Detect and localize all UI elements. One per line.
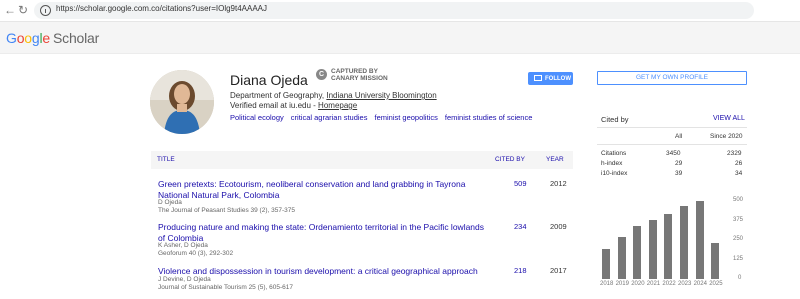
article-venue: Journal of Sustainable Tourism 25 (5), 6… [158, 284, 294, 291]
affiliation: Department of Geography, Indiana Univers… [230, 91, 437, 100]
col-since: Since 2020 [710, 133, 743, 140]
chart-bar-2025[interactable] [711, 243, 720, 279]
affiliation-link[interactable]: Indiana University Bloomington [326, 91, 436, 100]
canary-mission-icon: C [316, 69, 327, 80]
articles-table-header: TITLE CITED BY YEAR [151, 151, 573, 169]
site-info-icon[interactable] [40, 5, 51, 16]
chart-xtick-2023: 2023 [678, 281, 692, 287]
view-all-link[interactable]: VIEW ALL [713, 115, 745, 122]
article-venue: Geoforum 40 (3), 292-302 [158, 250, 234, 257]
chart-bar-2020[interactable] [633, 225, 642, 279]
chart-ytick: 250 [733, 236, 744, 242]
stat-all: 39 [675, 170, 683, 177]
article-year: 2012 [550, 179, 567, 188]
article-authors: J Devine, D Ojeda [158, 276, 211, 283]
article-venue: The Journal of Peasant Studies 39 (2), 3… [158, 207, 295, 214]
chart-ytick: 125 [733, 255, 744, 262]
browser-address-bar: ← ↻ https://scholar.google.com.co/citati… [0, 0, 800, 22]
profile-photo [150, 70, 214, 134]
chart-ytick: 0 [738, 275, 742, 281]
chart-bar-2024[interactable] [695, 201, 704, 279]
col-all: All [675, 133, 683, 140]
interest-link[interactable]: feminist studies of science [445, 113, 533, 122]
chart-xtick-2025: 2025 [709, 281, 723, 287]
article-title[interactable]: Green pretexts: Ecotourism, neoliberal c… [158, 179, 488, 201]
scholar-header: Google Scholar [0, 22, 800, 54]
article-year: 2017 [550, 266, 567, 275]
stat-since: 2329 [727, 150, 742, 157]
chart-bar-2018[interactable] [602, 249, 610, 279]
article-authors: K Asher, D Ojeda [158, 242, 208, 249]
profile-name: Diana Ojeda [230, 72, 308, 88]
interest-link[interactable]: feminist geopolitics [374, 113, 437, 122]
captured-badge[interactable]: C CAPTURED BY CANARY MISSION [316, 68, 406, 86]
chart-xtick-2020: 2020 [631, 281, 645, 287]
article-year: 2009 [550, 222, 567, 231]
back-icon[interactable]: ← [4, 3, 16, 17]
reload-icon[interactable]: ↻ [18, 3, 28, 17]
chart-xtick-2022: 2022 [662, 281, 676, 287]
stat-since: 34 [735, 170, 743, 177]
follow-button[interactable]: FOLLOW [528, 72, 573, 85]
divider [597, 127, 747, 128]
cited-by-heading: Cited by [601, 115, 629, 124]
cited-by-count[interactable]: 509 [514, 179, 527, 188]
sort-title[interactable]: TITLE [157, 156, 175, 163]
cited-by-count[interactable]: 218 [514, 266, 527, 275]
url-text: https://scholar.google.com.co/citations?… [56, 4, 268, 13]
divider [597, 144, 747, 145]
sort-year[interactable]: YEAR [546, 156, 564, 163]
stat-label: h-index [601, 160, 623, 167]
sort-cited-by[interactable]: CITED BY [495, 156, 525, 163]
chart-xtick-2018: 2018 [600, 281, 614, 287]
interest-link[interactable]: critical agrarian studies [291, 113, 368, 122]
article-authors: D Ojeda [158, 199, 182, 206]
chart-ytick: 375 [733, 216, 744, 223]
research-interests: Political ecology critical agrarian studi… [230, 113, 539, 122]
chart-bar-2021[interactable] [648, 219, 657, 279]
url-field[interactable]: https://scholar.google.com.co/citations?… [34, 2, 754, 19]
homepage-link[interactable]: Homepage [318, 101, 357, 110]
chart-ytick: 500 [733, 197, 744, 203]
cited-by-count[interactable]: 234 [514, 222, 527, 231]
stat-all: 3450 [666, 150, 681, 157]
article-title[interactable]: Producing nature and making the state: O… [158, 222, 488, 244]
chart-bar-2022[interactable] [664, 214, 673, 279]
get-my-own-profile-button[interactable]: GET MY OWN PROFILE [597, 71, 747, 85]
stat-all: 29 [675, 160, 683, 167]
chart-bar-2019[interactable] [617, 236, 626, 279]
stat-label: i10-index [601, 170, 628, 177]
chart-xtick-2021: 2021 [646, 281, 661, 287]
chart-xtick-2019: 2019 [615, 281, 629, 287]
chart-bar-2023[interactable] [680, 206, 688, 279]
stat-label: Citations [601, 150, 627, 157]
chart-xtick-2024: 2024 [693, 281, 707, 287]
envelope-icon [534, 75, 542, 81]
interest-link[interactable]: Political ecology [230, 113, 284, 122]
verified-email: Verified email at iu.edu - Homepage [230, 101, 358, 110]
google-scholar-logo[interactable]: Google Scholar [6, 30, 99, 46]
stat-since: 26 [735, 160, 743, 167]
